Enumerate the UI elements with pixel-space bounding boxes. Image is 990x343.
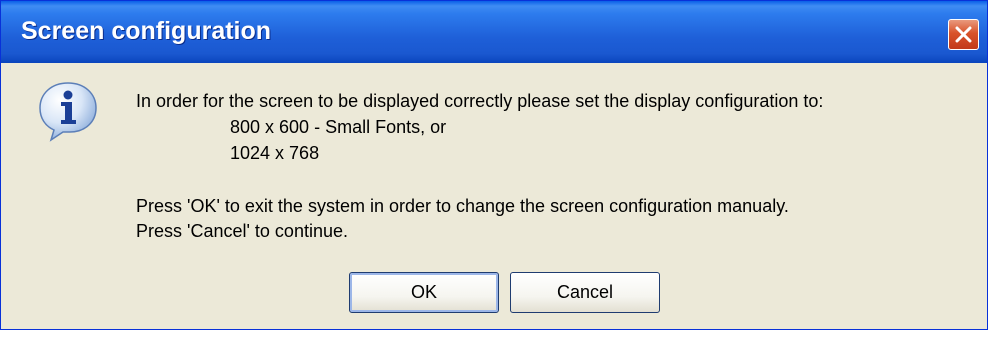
cancel-button[interactable]: Cancel — [510, 272, 660, 313]
message-line-3: Press 'Cancel' to continue. — [136, 221, 348, 241]
dialog-title: Screen configuration — [21, 17, 272, 45]
message-option-2: 1024 x 768 — [230, 143, 320, 163]
close-button[interactable] — [948, 19, 979, 50]
message-line-1: In order for the screen to be displayed … — [136, 91, 824, 111]
info-icon — [39, 82, 97, 142]
message-option-1: 800 x 600 - Small Fonts, or — [230, 117, 447, 137]
title-bar[interactable]: Screen configuration — [1, 1, 987, 63]
dialog-window: Screen configuration In order for the sc… — [0, 0, 988, 330]
message-line-2: Press 'OK' to exit the system in order t… — [136, 196, 789, 216]
close-icon — [955, 26, 972, 43]
ok-button[interactable]: OK — [349, 272, 499, 313]
